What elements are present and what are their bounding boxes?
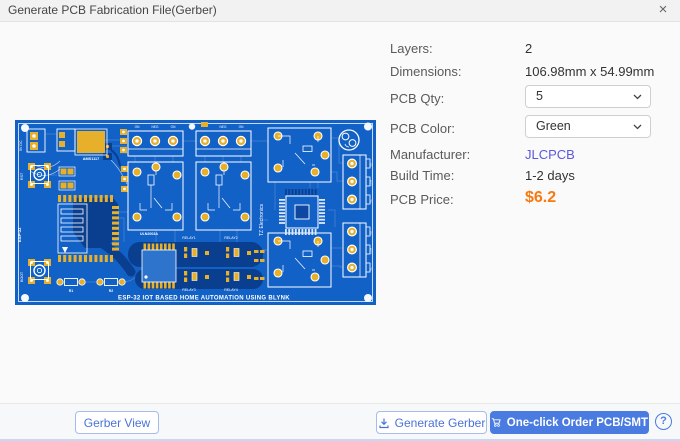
chevron-down-icon xyxy=(633,124,642,130)
svg-text:ON: ON xyxy=(239,125,244,129)
help-icon[interactable]: ? xyxy=(655,413,672,430)
r2-label: R2 xyxy=(109,289,114,293)
build-time-value: 1-2 days xyxy=(525,168,575,183)
esp32-label: ESP-32 xyxy=(17,227,22,242)
driver-ic-smd xyxy=(141,243,177,289)
dimensions-value: 106.98mm x 54.99mm xyxy=(525,64,655,79)
download-icon xyxy=(379,418,389,428)
relay2-label: RELAY2 xyxy=(224,236,238,240)
gerber-view-button[interactable]: Gerber View xyxy=(75,411,159,434)
r1-label: R1 xyxy=(69,289,74,293)
dimensions-label: Dimensions: xyxy=(390,64,462,79)
pcb-color-select[interactable]: Green xyxy=(525,115,651,138)
driver-label: ULN2003A xyxy=(140,232,158,236)
board-title: ESP-32 IOT BASED HOME AUTOMATION USING B… xyxy=(118,296,290,302)
pcb-qty-select[interactable]: 5 xyxy=(525,85,651,108)
cart-icon xyxy=(491,418,501,427)
manufacturer-label: Manufacturer: xyxy=(390,147,471,162)
close-icon[interactable]: × xyxy=(654,0,672,21)
layers-label: Layers: xyxy=(390,41,433,56)
generate-gerber-button[interactable]: Generate Gerber xyxy=(376,411,487,434)
dialog-title: Generate PCB Fabrication File(Gerber) xyxy=(8,3,217,17)
svg-text:COM: COM xyxy=(369,248,373,254)
rst-label: RST xyxy=(20,172,24,180)
regulator-label: AMS1117 xyxy=(83,157,99,161)
svg-text:ON: ON xyxy=(135,125,140,129)
relay3-label: RELAY3 xyxy=(182,288,196,292)
qfp-chip xyxy=(279,189,325,235)
build-time-label: Build Time: xyxy=(390,168,455,183)
svg-text:NC: NC xyxy=(369,267,373,271)
pcb-price-label: PCB Price: xyxy=(390,192,454,207)
svg-text:COM: COM xyxy=(369,180,373,186)
pcb-qty-value: 5 xyxy=(536,89,543,103)
pcb-color-value: Green xyxy=(536,119,571,133)
svg-text:NO: NO xyxy=(369,231,373,235)
dialog-titlebar: Generate PCB Fabrication File(Gerber) × xyxy=(0,0,680,22)
relay1-label: RELAY1 xyxy=(182,236,196,240)
pcb-preview: 5V DC AMS1117 RST BOOT ESP-32 R1 R2 ON N… xyxy=(15,120,376,305)
pcb-board-svg: 5V DC AMS1117 RST BOOT ESP-32 R1 R2 ON N… xyxy=(15,120,376,305)
pcb-price: $6.2 xyxy=(525,189,557,206)
chevron-down-icon xyxy=(633,94,642,100)
pcb-qty-label: PCB Qty: xyxy=(390,91,445,106)
svg-text:NO: NO xyxy=(369,163,373,167)
boot-label: BOOT xyxy=(20,271,24,282)
manufacturer-link[interactable]: JLCPCB xyxy=(525,147,575,162)
svg-text:NEG: NEG xyxy=(152,125,159,129)
relay4-label: RELAY4 xyxy=(224,288,238,292)
svg-text:ON: ON xyxy=(171,125,176,129)
power-label: 5V DC xyxy=(19,140,23,151)
svg-text:NEG: NEG xyxy=(220,125,227,129)
layers-value: 2 xyxy=(525,41,533,56)
brand-label: TZ Electronics xyxy=(259,204,265,236)
pcb-color-label: PCB Color: xyxy=(390,121,456,136)
gerber-dialog: Generate PCB Fabrication File(Gerber) × xyxy=(0,0,680,441)
svg-text:NC: NC xyxy=(369,199,373,203)
dialog-footer: Gerber View Generate Gerber One-click Or… xyxy=(0,403,680,439)
order-pcb-button[interactable]: One-click Order PCB/SMT xyxy=(490,411,649,434)
